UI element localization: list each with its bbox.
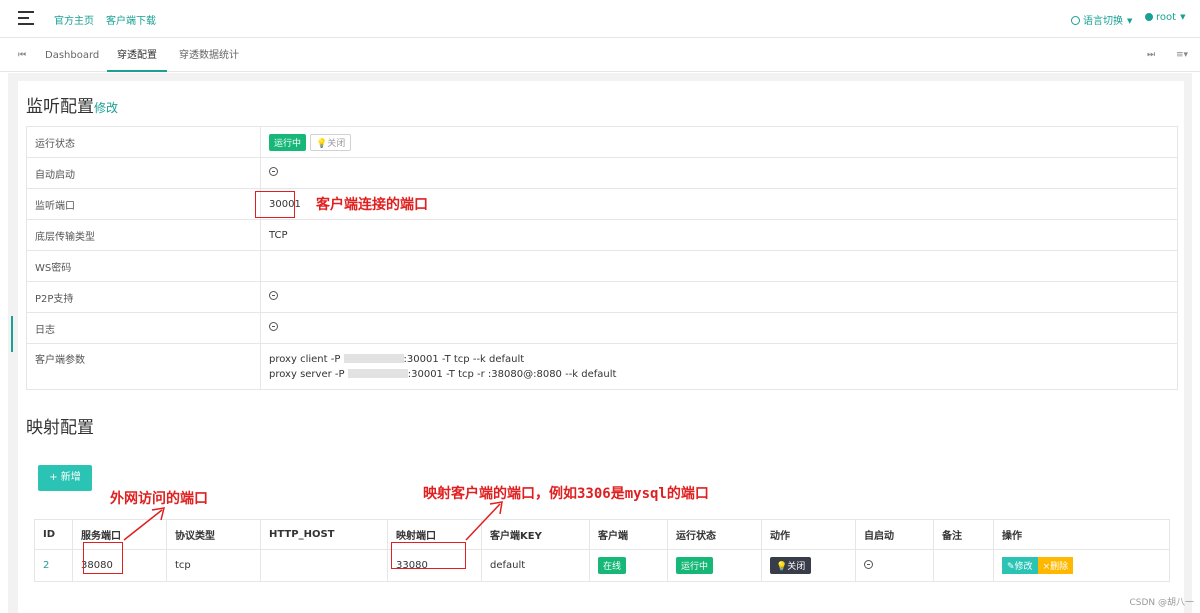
mapping-config-title: 映射配置 (26, 418, 94, 438)
col-run-status: 运行状态 (667, 519, 762, 550)
top-bar: 官方主页 客户端下载 语言切换 ▼ root ▼ (0, 0, 1200, 38)
disabled-icon (269, 322, 278, 331)
protocol-cell: tcp (166, 549, 261, 582)
client-key-cell: default (481, 549, 590, 582)
toggle-close-button[interactable]: 💡关闭 (770, 557, 812, 574)
arrow-icon (465, 501, 503, 541)
col-client: 客户端 (589, 519, 668, 550)
row-id-link[interactable]: 2 (43, 560, 49, 571)
transport-label: 底层传输类型 (26, 219, 261, 251)
disabled-icon (269, 291, 278, 300)
remark-cell (933, 549, 994, 582)
table-row: 2 38080 tcp 33080 default 在线 运行中 💡关闭 ✎修改… (34, 549, 1170, 582)
col-operations: 操作 (993, 519, 1170, 550)
col-remark: 备注 (933, 519, 994, 550)
col-http-host: HTTP_HOST (260, 519, 388, 550)
watermark: CSDN @胡八一 (1129, 598, 1194, 608)
bulb-icon: 💡 (316, 138, 328, 149)
close-label: 关闭 (787, 562, 806, 572)
arrow-icon (123, 507, 166, 541)
client-params-value: proxy client -P :30001 -T tcp --k defaul… (260, 343, 1178, 390)
disabled-icon (269, 167, 278, 176)
edit-button[interactable]: ✎修改 (1002, 557, 1038, 574)
tab-dashboard[interactable]: Dashboard (45, 39, 99, 72)
bulb-icon: 💡 (776, 562, 788, 572)
map-port-highlight (391, 542, 466, 569)
status-label: 运行状态 (26, 126, 261, 158)
tab-prev-icon[interactable]: ⏮ (18, 50, 26, 60)
online-badge: 在线 (598, 557, 627, 574)
client-params-label: 客户端参数 (26, 343, 261, 390)
language-label: 语言切换 (1083, 16, 1123, 27)
mapping-table: ID 服务端口 协议类型 HTTP_HOST 映射端口 客户端KEY 客户端 运… (34, 519, 1170, 582)
main-card: 监听配置修改 运行状态 运行中 💡关闭 自动启动 监听端口 30001 底层传输类… (18, 81, 1184, 613)
p2p-label: P2P支持 (26, 281, 261, 313)
client-download-link[interactable]: 客户端下载 (106, 12, 156, 27)
table-header: ID 服务端口 协议类型 HTTP_HOST 映射端口 客户端KEY 客户端 运… (34, 519, 1170, 550)
service-port-highlight (83, 542, 123, 574)
close-label: 关闭 (327, 138, 346, 149)
col-protocol: 协议类型 (166, 519, 261, 550)
close-icon: × (1042, 562, 1051, 572)
tab-menu-icon[interactable]: ≡▾ (1176, 50, 1188, 60)
col-id: ID (34, 519, 73, 550)
delete-label: 删除 (1050, 562, 1069, 572)
disabled-icon (864, 559, 873, 569)
server-cmd-prefix: proxy server -P (269, 368, 345, 380)
add-mapping-button[interactable]: + 新增 (38, 465, 92, 491)
listen-config-title: 监听配置修改 (26, 92, 118, 117)
http-host-cell (260, 549, 388, 582)
tab-bar: ⏮ Dashboard 穿透配置 穿透数据统计 ⏭ ≡▾ (0, 39, 1200, 72)
client-cmd-suffix: :30001 -T tcp --k default (403, 353, 525, 365)
col-action: 动作 (761, 519, 856, 550)
user-label: root (1156, 12, 1177, 23)
pencil-icon: ✎ (1007, 562, 1015, 572)
accent-bar (11, 316, 13, 352)
listen-title-text: 监听配置 (26, 97, 94, 117)
running-badge: 运行中 (676, 557, 714, 574)
home-link[interactable]: 官方主页 (54, 12, 94, 27)
user-menu[interactable]: root ▼ (1145, 12, 1185, 23)
redacted-host (347, 368, 408, 378)
edit-label: 修改 (1014, 562, 1033, 572)
chevron-down-icon: ▼ (1127, 17, 1133, 25)
running-badge[interactable]: 运行中 (269, 133, 307, 151)
autostart-label: 自动启动 (26, 157, 261, 189)
close-button[interactable]: 💡关闭 (310, 133, 352, 151)
delete-button[interactable]: ×删除 (1037, 557, 1074, 574)
content-area: 监听配置修改 运行状态 运行中 💡关闭 自动启动 监听端口 30001 底层传输类… (8, 73, 1192, 613)
col-autostart: 自启动 (855, 519, 934, 550)
tab-proxy-stats[interactable]: 穿透数据统计 (179, 39, 239, 72)
server-cmd-suffix: :30001 -T tcp -r :38080@:8080 --k defaul… (407, 368, 617, 380)
globe-icon (1071, 16, 1080, 25)
client-cmd-prefix: proxy client -P (269, 353, 341, 365)
listen-config-table: 运行状态 运行中 💡关闭 自动启动 监听端口 30001 底层传输类型 TCP W… (26, 126, 1178, 390)
listen-port-label: 监听端口 (26, 188, 261, 220)
transport-value: TCP (260, 219, 1178, 251)
hamburger-icon[interactable] (18, 11, 34, 25)
listen-port-highlight (255, 191, 295, 218)
status-cell: 运行中 💡关闭 (260, 126, 1178, 158)
user-icon (1145, 13, 1153, 21)
chevron-down-icon: ▼ (1180, 13, 1186, 21)
tab-proxy-config[interactable]: 穿透配置 (107, 39, 167, 72)
edit-link[interactable]: 修改 (94, 101, 118, 115)
ws-password-label: WS密码 (26, 250, 261, 282)
redacted-host (343, 353, 404, 363)
language-switch[interactable]: 语言切换 ▼ (1071, 12, 1132, 27)
ws-password-value (260, 250, 1178, 282)
tab-next-icon[interactable]: ⏭ (1147, 50, 1155, 60)
log-label: 日志 (26, 312, 261, 344)
listen-port-annotation: 客户端连接的端口 (316, 197, 428, 213)
